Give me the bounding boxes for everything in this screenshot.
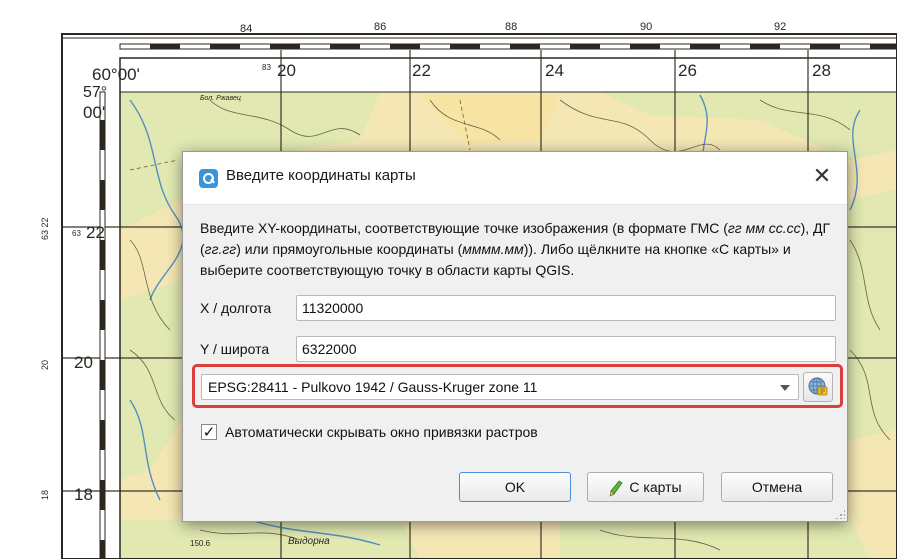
cancel-button[interactable]: Отмена: [721, 472, 833, 502]
dialog-description: Введите XY-координаты, соответствующие т…: [200, 220, 831, 278]
georeferencer-map-coordinates-dialog: Введите координаты карты ✕ Введите XY-ко…: [182, 151, 848, 522]
map-label: 20: [40, 360, 50, 370]
qgis-icon: [199, 169, 218, 188]
map-label: 83: [262, 63, 271, 72]
dialog-title: Введите координаты карты: [226, 167, 416, 184]
from-map-label: С карты: [629, 479, 682, 495]
map-label: 57°: [83, 84, 107, 101]
auto-hide-checkbox[interactable]: ✓: [201, 424, 217, 440]
y-latitude-label: Y / широта: [200, 341, 270, 357]
map-label: 22: [86, 223, 105, 242]
resize-grip[interactable]: [835, 509, 845, 519]
map-label: 18: [74, 485, 93, 504]
crs-select[interactable]: EPSG:28411 - Pulkovo 1942 / Gauss-Kruger…: [201, 374, 799, 400]
map-label: 24: [545, 61, 564, 80]
map-label: 26: [678, 61, 697, 80]
map-label: 63: [72, 229, 81, 238]
map-label: 20: [74, 353, 93, 372]
map-label: 63 22: [40, 217, 50, 240]
map-label: 20: [277, 61, 296, 80]
map-label: 00': [83, 103, 105, 122]
map-label: 84: [240, 23, 252, 35]
map-label: 60°00': [92, 65, 140, 84]
pencil-icon: [609, 480, 623, 497]
ok-button[interactable]: OK: [459, 472, 571, 502]
dialog-titlebar[interactable]: Введите координаты карты ✕: [183, 152, 847, 205]
map-label: Бол. Ржавец: [200, 95, 241, 102]
x-longitude-label: X / долгота: [200, 300, 272, 316]
crs-selector-button[interactable]: [803, 372, 833, 402]
map-label: 18: [40, 490, 50, 500]
map-label: 92: [774, 21, 786, 33]
map-label: 22: [412, 61, 431, 80]
close-icon[interactable]: ✕: [809, 164, 835, 190]
chevron-down-icon[interactable]: [780, 385, 790, 391]
x-longitude-input[interactable]: 11320000: [296, 295, 836, 321]
from-map-button[interactable]: С карты: [587, 472, 704, 502]
map-label: 88: [505, 21, 517, 33]
map-label: 150.6: [190, 539, 211, 548]
map-label: Выдорна: [288, 536, 330, 547]
globe-crs-icon: [808, 377, 828, 396]
map-label: 28: [812, 61, 831, 80]
crs-select-value: EPSG:28411 - Pulkovo 1942 / Gauss-Kruger…: [208, 379, 538, 395]
y-latitude-input[interactable]: 6322000: [296, 336, 836, 362]
map-label: 86: [374, 21, 386, 33]
auto-hide-label[interactable]: Автоматически скрывать окно привязки рас…: [225, 424, 538, 440]
map-label: 90: [640, 21, 652, 33]
